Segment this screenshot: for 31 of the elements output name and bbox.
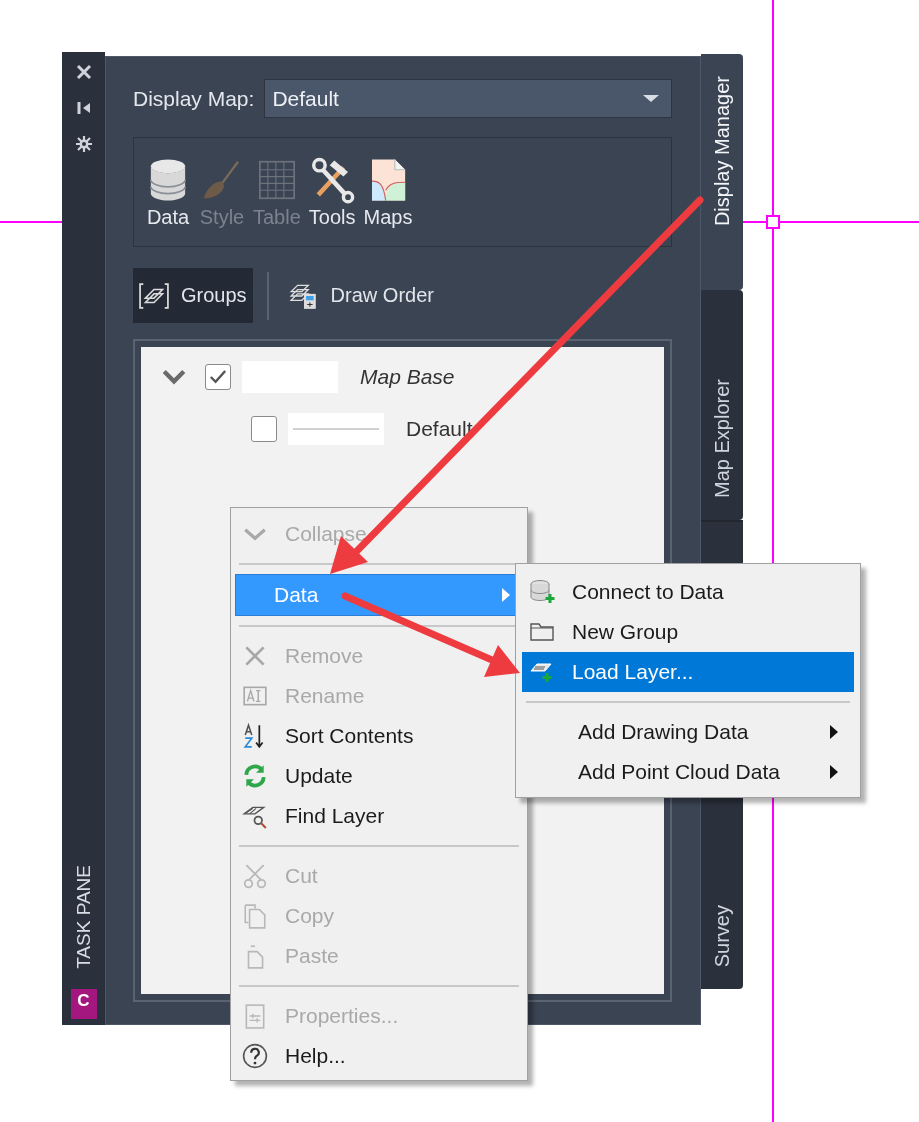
toolbar-button[interactable]: Maps: [360, 155, 416, 229]
menu-item[interactable]: Load Layer...: [522, 652, 854, 692]
display-map-label: Display Map:: [133, 86, 255, 111]
checkbox[interactable]: [251, 416, 277, 442]
scissors-icon: [241, 863, 269, 889]
view-tab[interactable]: Draw Order: [282, 268, 440, 323]
checkbox[interactable]: [205, 364, 231, 390]
side-tab[interactable]: Display Manager: [701, 54, 743, 290]
group-label: Map Base: [360, 365, 455, 389]
toolbar-button[interactable]: Data: [142, 155, 194, 229]
app-logo: C: [70, 989, 97, 1019]
groups-icon: [139, 280, 169, 311]
pane-title: TASK PANE: [72, 865, 95, 969]
layer-label: Default: [406, 417, 473, 441]
help-icon: [241, 1043, 269, 1069]
menu-item[interactable]: Help...: [235, 1036, 523, 1076]
menu-item[interactable]: Connect to Data: [522, 572, 854, 612]
display-map-dropdown[interactable]: Default: [264, 79, 672, 118]
settings-icon[interactable]: [75, 136, 92, 152]
copy-icon: [241, 903, 269, 929]
pin-icon[interactable]: [75, 100, 92, 116]
menu-item[interactable]: New Group: [522, 612, 854, 652]
database-add-icon: [528, 579, 556, 605]
view-tab[interactable]: Groups: [133, 268, 253, 323]
toolbar-button[interactable]: Tools: [305, 155, 359, 229]
close-icon[interactable]: [75, 64, 92, 80]
menu-item[interactable]: Add Drawing Data: [522, 712, 854, 752]
wrench-hammer-icon: [309, 155, 356, 204]
grip-icon[interactable]: [766, 215, 780, 229]
side-tab[interactable]: Map Explorer: [701, 290, 743, 520]
menu-item[interactable]: Find Layer: [235, 796, 523, 836]
